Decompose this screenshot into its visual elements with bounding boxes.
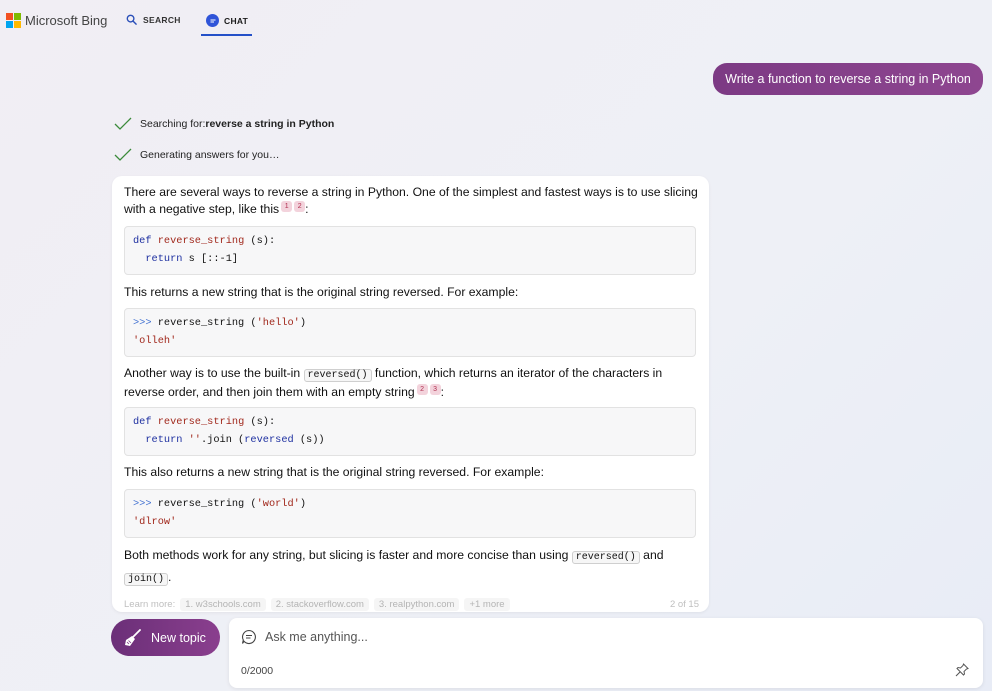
code-block[interactable]: >>> reverse_string ('hello') 'olleh' (124, 308, 696, 357)
code-token: 'olleh' (133, 334, 177, 347)
code-token: reverse_string (157, 235, 245, 247)
answer-paragraph-4: This also returns a new string that is t… (124, 465, 544, 479)
brand-name: Microsoft Bing (25, 13, 108, 28)
pin-icon[interactable] (955, 663, 969, 677)
citation-badge[interactable]: 3 (429, 384, 441, 395)
inline-code: reversed() (571, 551, 640, 564)
code-token: (s)) (293, 433, 325, 446)
microsoft-logo-icon (6, 13, 21, 28)
more-sources-link[interactable]: +1 more (464, 598, 510, 611)
chat-icon (206, 14, 219, 27)
active-tab-indicator (201, 34, 252, 36)
top-bar: Microsoft Bing SEARCH CHAT (0, 0, 992, 44)
bing-logo[interactable]: Microsoft Bing (6, 13, 107, 28)
answer-text: There are several ways to reverse a stri… (124, 185, 698, 216)
code-token: def (133, 416, 152, 428)
source-link[interactable]: 1. w3schools.com (180, 598, 266, 611)
character-count: 0/2000 (241, 665, 274, 677)
check-icon (114, 148, 132, 161)
code-block[interactable]: def reverse_string (s): return ''.join (… (124, 407, 696, 456)
code-token: 'world' (256, 498, 300, 510)
code-token: 'dlrow' (133, 515, 177, 528)
user-message-bubble: Write a function to reverse a string in … (713, 63, 983, 95)
answer-paragraph-3: Another way is to use the built-in rever… (124, 365, 699, 401)
answer-text: : (440, 385, 445, 399)
new-topic-button[interactable]: New topic (111, 619, 220, 656)
code-token: ) (299, 498, 307, 510)
code-token: >>> (133, 317, 152, 329)
code-token: reverse_string (157, 416, 245, 428)
code-token: reverse_string ( (151, 498, 257, 510)
learn-more-row: Learn more: 1. w3schools.com 2. stackove… (124, 597, 699, 612)
new-topic-label: New topic (151, 630, 206, 645)
tab-chat-label: CHAT (224, 15, 249, 26)
code-token: return (145, 433, 183, 446)
chat-bubble-icon (241, 629, 256, 645)
code-token: ) (299, 317, 307, 329)
code-token: s [::-1] (182, 252, 239, 265)
code-token: (s): (244, 235, 276, 247)
answer-paragraph-2: This returns a new string that is the or… (124, 285, 519, 299)
search-icon (126, 14, 137, 25)
code-token: 'hello' (256, 317, 300, 329)
search-query: reverse a string in Python (205, 118, 335, 130)
check-icon (114, 117, 132, 130)
tab-chat[interactable]: CHAT (201, 14, 252, 36)
answer-text: Another way is to use the built-in (124, 366, 304, 380)
generating-text: Generating answers for you… (140, 149, 280, 161)
citation-badge[interactable]: 2 (416, 384, 428, 395)
response-count: 2 of 15 (669, 599, 699, 610)
source-link[interactable]: 2. stackoverflow.com (270, 598, 369, 611)
answer-text: . (168, 569, 172, 584)
answer-text: Both methods work for any string, but sl… (124, 548, 572, 562)
answer-paragraph-1: There are several ways to reverse a stri… (124, 184, 699, 218)
code-token: def (133, 235, 152, 247)
citation-badge[interactable]: 1 (281, 201, 293, 212)
tab-search[interactable]: SEARCH (126, 14, 181, 25)
code-token: reversed (244, 433, 294, 446)
answer-text: and (639, 548, 664, 562)
chat-input-box: 0/2000 (229, 618, 983, 688)
citation-badge[interactable]: 2 (294, 201, 306, 212)
inline-code: reversed() (303, 369, 372, 382)
broom-icon (125, 628, 141, 646)
answer-paragraph-5: Both methods work for any string, but sl… (124, 546, 699, 589)
learn-more-label: Learn more: (124, 599, 176, 610)
code-token: >>> (133, 498, 152, 510)
status-generating: Generating answers for you… (114, 148, 279, 162)
answer-card: There are several ways to reverse a stri… (112, 176, 709, 612)
code-token: '' (182, 433, 201, 446)
code-block[interactable]: def reverse_string (s): return s [::-1] (124, 226, 696, 275)
code-block[interactable]: >>> reverse_string ('world') 'dlrow' (124, 489, 696, 538)
code-token: reverse_string ( (151, 317, 257, 329)
chat-input[interactable] (265, 627, 945, 647)
status-searching: Searching for: reverse a string in Pytho… (114, 117, 334, 131)
code-token: .join ( (200, 433, 245, 446)
searching-prefix: Searching for: (140, 118, 206, 130)
answer-text: : (305, 202, 309, 216)
inline-code: join() (124, 572, 169, 586)
code-token: (s): (244, 416, 276, 428)
code-token: return (145, 252, 183, 265)
tab-search-label: SEARCH (143, 14, 181, 25)
source-link[interactable]: 3. realpython.com (373, 598, 460, 611)
